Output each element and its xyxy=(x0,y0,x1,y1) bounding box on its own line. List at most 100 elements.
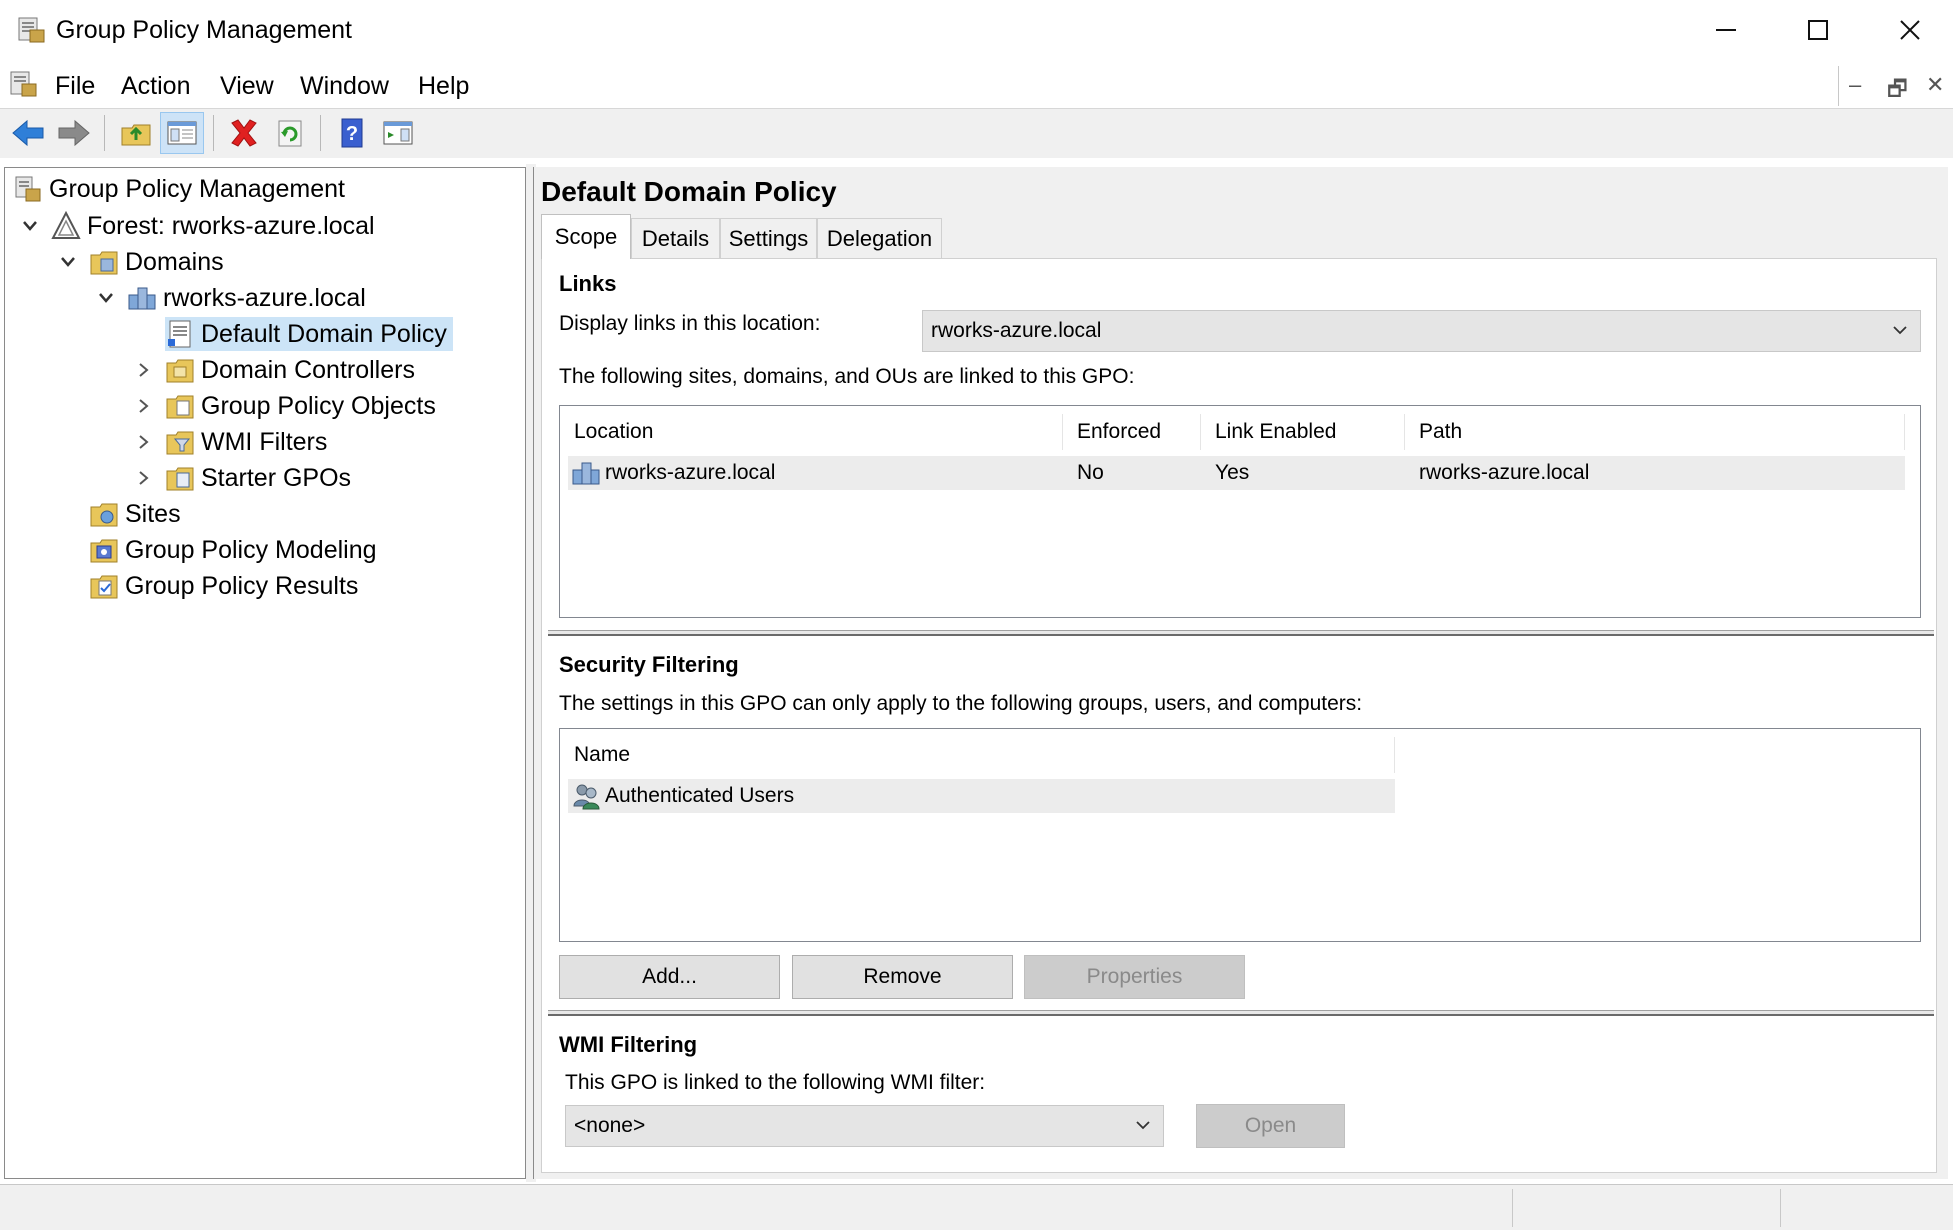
mdi-close-button[interactable]: ✕ xyxy=(1926,72,1944,98)
add-button[interactable]: Add... xyxy=(559,955,780,999)
mdi-minimize-button[interactable]: – xyxy=(1849,72,1861,98)
refresh-icon xyxy=(278,120,302,147)
refresh-button[interactable] xyxy=(268,112,312,154)
tree-label-group-policy-modeling: Group Policy Modeling xyxy=(125,536,377,564)
toolbar: ? xyxy=(0,108,1953,158)
tree-node-group-policy-objects[interactable]: Group Policy Objects xyxy=(165,389,442,423)
security-filtering-list: Name Authenticated Users xyxy=(559,728,1921,942)
section-divider xyxy=(548,630,1934,636)
cell-path: rworks-azure.local xyxy=(1419,461,1590,484)
up-folder-icon xyxy=(121,124,151,146)
mdi-controls: – 🗗 ✕ xyxy=(1838,66,1953,106)
cell-name: Authenticated Users xyxy=(605,784,795,807)
tab-delegation[interactable]: Delegation xyxy=(817,218,942,258)
tree-node-domain-controllers[interactable]: Domain Controllers xyxy=(165,353,421,387)
delete-icon xyxy=(231,119,257,147)
tree-label-domains: Domains xyxy=(125,248,224,276)
app-icon xyxy=(16,14,48,51)
chevron-right-icon[interactable] xyxy=(133,431,155,453)
toolbar-separator xyxy=(104,115,105,151)
security-filtering-description: The settings in this GPO can only apply … xyxy=(559,692,1363,715)
properties-button[interactable]: Properties xyxy=(1024,955,1245,999)
tree-label-starter-gpos: Starter GPOs xyxy=(201,464,352,492)
location-dropdown-value: rworks-azure.local xyxy=(931,319,1102,342)
properties-pane-button[interactable] xyxy=(376,112,420,154)
menu-help[interactable]: Help xyxy=(418,72,469,101)
chevron-right-icon[interactable] xyxy=(133,467,155,489)
users-group-icon xyxy=(571,779,601,813)
wmi-filtering-heading: WMI Filtering xyxy=(559,1032,698,1057)
status-bar xyxy=(0,1184,1953,1230)
chevron-right-icon[interactable] xyxy=(133,395,155,417)
up-folder-button[interactable] xyxy=(114,112,158,154)
links-description: The following sites, domains, and OUs ar… xyxy=(559,365,1135,388)
tab-scope[interactable]: Scope xyxy=(541,214,631,259)
close-button[interactable] xyxy=(1864,0,1953,60)
column-header-name[interactable]: Name xyxy=(560,737,1395,773)
column-header-link-enabled[interactable]: Link Enabled xyxy=(1201,414,1405,450)
chevron-down-icon[interactable] xyxy=(57,251,79,273)
tree-node-root[interactable]: Group Policy Management xyxy=(13,172,351,206)
tab-details[interactable]: Details xyxy=(631,218,720,258)
menu-file[interactable]: File xyxy=(55,72,95,101)
column-header-location[interactable]: Location xyxy=(560,414,1063,450)
links-heading: Links xyxy=(559,271,617,296)
show-hide-console-tree-button[interactable] xyxy=(160,112,204,154)
links-list: Location Enforced Link Enabled Path rwor… xyxy=(559,405,1921,618)
tree-label-forest: Forest: rworks-azure.local xyxy=(87,212,375,240)
maximize-button[interactable] xyxy=(1772,0,1864,60)
column-header-path[interactable]: Path xyxy=(1405,414,1905,450)
tree-node-wmi-filters[interactable]: WMI Filters xyxy=(165,425,333,459)
tree-label-domain-controllers: Domain Controllers xyxy=(201,356,415,384)
starter-gpo-folder-icon xyxy=(165,463,195,493)
tab-settings[interactable]: Settings xyxy=(720,218,817,258)
tree-node-domain[interactable]: rworks-azure.local xyxy=(127,281,372,315)
chevron-down-icon[interactable] xyxy=(95,287,117,309)
tree-node-group-policy-modeling[interactable]: Group Policy Modeling xyxy=(89,533,383,567)
help-button[interactable]: ? xyxy=(330,112,374,154)
gpmc-icon xyxy=(13,174,43,204)
maximize-icon xyxy=(1808,20,1828,40)
back-button[interactable] xyxy=(6,112,50,154)
help-icon: ? xyxy=(341,118,363,148)
gpo-title: Default Domain Policy xyxy=(541,176,837,207)
toolbar-separator xyxy=(213,115,214,151)
domain-icon xyxy=(571,456,601,490)
cell-location: rworks-azure.local xyxy=(605,461,776,484)
domain-icon xyxy=(127,283,157,313)
table-row[interactable]: rworks-azure.local No Yes rworks-azure.l… xyxy=(568,456,1905,490)
sites-folder-icon xyxy=(89,499,119,529)
delete-button[interactable] xyxy=(222,112,266,154)
gpo-folder-icon xyxy=(165,391,195,421)
minimize-button[interactable] xyxy=(1680,0,1772,60)
location-label: Display links in this location: xyxy=(559,312,821,335)
minimize-icon xyxy=(1716,29,1736,31)
table-row[interactable]: Authenticated Users xyxy=(568,779,1395,813)
forward-button[interactable] xyxy=(52,112,96,154)
tree-node-forest[interactable]: Forest: rworks-azure.local xyxy=(51,209,381,243)
tree-node-starter-gpos[interactable]: Starter GPOs xyxy=(165,461,357,495)
tree-node-group-policy-results[interactable]: Group Policy Results xyxy=(89,569,364,603)
wmi-filter-dropdown[interactable]: <none> xyxy=(565,1105,1164,1147)
ou-folder-icon xyxy=(165,355,195,385)
tree-node-sites[interactable]: Sites xyxy=(89,497,187,531)
mdi-restore-button[interactable]: 🗗 xyxy=(1887,72,1908,110)
chevron-down-icon xyxy=(1890,320,1910,340)
menu-view[interactable]: View xyxy=(220,72,274,101)
mmc-doc-icon xyxy=(8,68,40,105)
menu-window[interactable]: Window xyxy=(300,72,389,101)
security-filtering-heading: Security Filtering xyxy=(559,652,739,677)
tree-label-group-policy-objects: Group Policy Objects xyxy=(201,392,436,420)
menu-action[interactable]: Action xyxy=(121,72,190,101)
tree-node-domains[interactable]: Domains xyxy=(89,245,230,279)
chevron-down-icon[interactable] xyxy=(19,215,41,237)
location-dropdown[interactable]: rworks-azure.local xyxy=(922,310,1921,352)
open-button[interactable]: Open xyxy=(1196,1104,1345,1148)
forward-icon xyxy=(58,119,90,147)
column-header-enforced[interactable]: Enforced xyxy=(1063,414,1201,450)
wmi-filtering-description: This GPO is linked to the following WMI … xyxy=(565,1071,986,1094)
chevron-right-icon[interactable] xyxy=(133,359,155,381)
remove-button[interactable]: Remove xyxy=(792,955,1013,999)
tree-node-default-domain-policy[interactable]: Default Domain Policy xyxy=(165,317,453,351)
wmi-folder-icon xyxy=(165,427,195,457)
